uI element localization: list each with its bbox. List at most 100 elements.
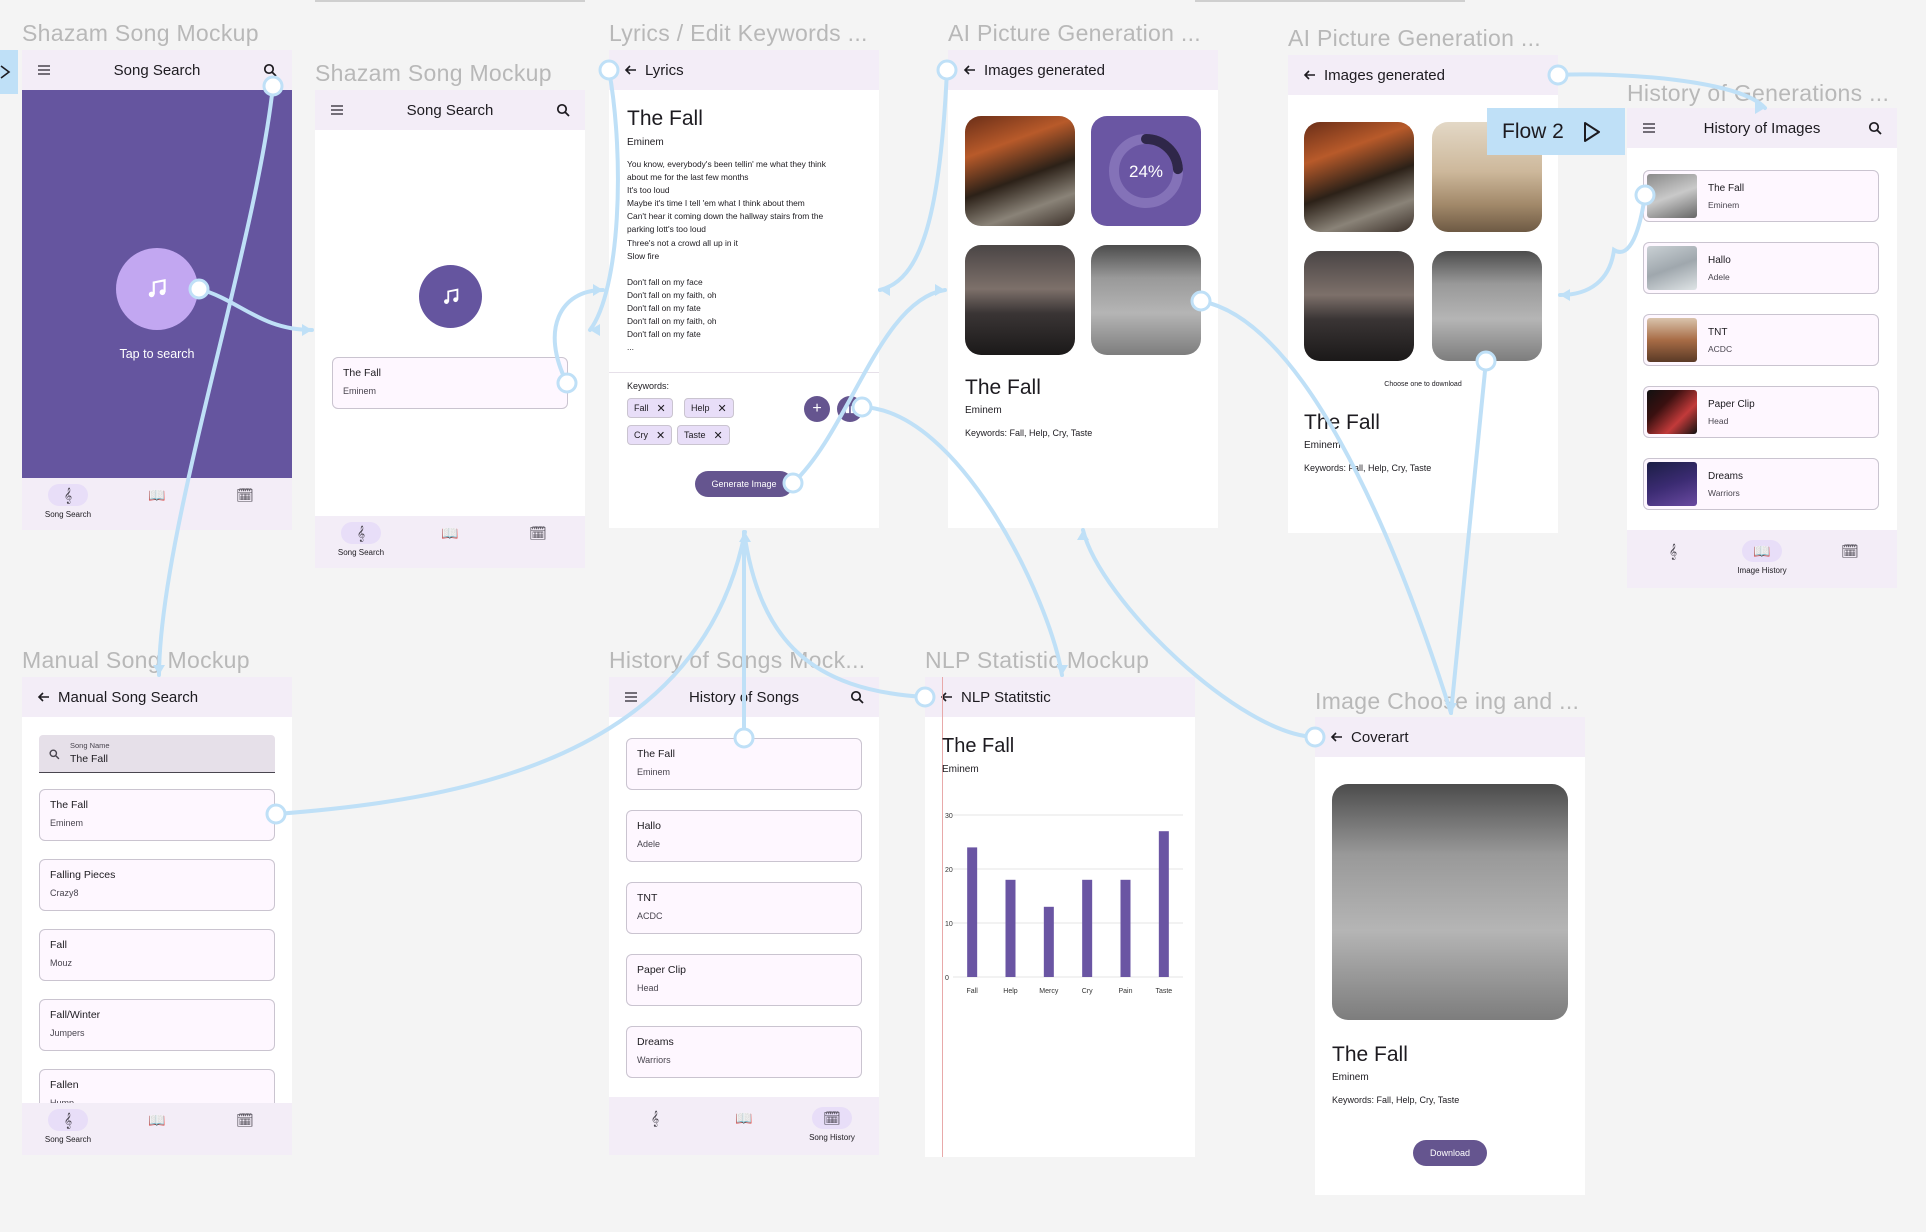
song-result-item[interactable]: The Fall Eminem [39,789,275,841]
app-title: Images generated [984,61,1105,79]
y-tick-label: 0 [945,975,949,982]
search-icon[interactable] [847,687,867,707]
back-arrow-icon[interactable] [34,687,54,707]
nav-song-history[interactable]: 🗓 [215,484,275,506]
generated-image-graffiti[interactable] [1091,245,1201,355]
nav-image-history[interactable]: 📖 [127,1109,187,1131]
song-artist: Eminem [1332,1072,1369,1083]
lyrics-line: Don't fall on my face [627,276,703,287]
nav-song-search[interactable]: 𝄞 Song Search [38,484,98,519]
lyrics-line: ... [627,342,634,353]
nav-song-history[interactable]: 🗓 Song History [802,1107,862,1142]
lyrics-line: Don't fall on my fate [627,303,701,314]
x-tick-label: Fall [967,988,979,995]
history-image-item[interactable]: The Fall Eminem [1643,170,1879,222]
close-icon[interactable]: ✕ [718,402,727,415]
calendar-clock-icon: 🗓 [1841,542,1859,559]
item-artist: Eminem [1708,200,1740,210]
app-title: Lyrics [645,61,684,79]
history-image-item[interactable]: Dreams Warriors [1643,458,1879,510]
close-icon[interactable]: ✕ [657,402,666,415]
keyword-chip[interactable]: Fall ✕ [627,398,673,418]
play-icon[interactable] [1582,121,1602,143]
treble-clef-icon: 𝄞 [1668,542,1678,559]
nav-image-history[interactable]: 📖 Image History [1732,540,1792,575]
top-divider [1195,0,1465,2]
nav-song-history[interactable]: 🗓 [1820,540,1880,562]
close-icon[interactable]: ✕ [714,429,723,442]
x-tick-label: Cry [1082,988,1093,995]
history-image-item[interactable]: Hallo Adele [1643,242,1879,294]
history-image-item[interactable]: Paper Clip Head [1643,386,1879,438]
item-artist: Crazy8 [50,888,79,898]
back-arrow-icon[interactable] [621,60,641,80]
result-card[interactable]: The Fall Eminem [332,357,568,409]
close-icon[interactable]: ✕ [656,429,665,442]
generated-image-forest-road[interactable] [1304,122,1414,232]
treble-clef-icon: 𝄞 [63,1111,73,1128]
generation-progress: 24% [1091,116,1201,226]
song-history-item[interactable]: Hallo Adele [626,810,862,862]
item-artist: ACDC [637,911,663,921]
app-title: History of Images [1703,119,1821,137]
keyword-chip[interactable]: Cry ✕ [627,425,673,445]
song-history-item[interactable]: Paper Clip Head [626,954,862,1006]
frame-history-songs: History of Songs The Fall Eminem Hallo Ade… [609,677,879,1155]
nav-song-history[interactable]: 🗓 [215,1109,275,1131]
song-history-item[interactable]: The Fall Eminem [626,738,862,790]
arrowhead [1077,530,1089,540]
frame-nlp-statistic: NLP Statitstic The Fall Eminem 0 10 20 30 Fa… [925,677,1195,1157]
bar [1082,879,1093,977]
song-title: The Fall [1304,411,1380,434]
back-arrow-icon[interactable] [960,60,980,80]
item-artist: Eminem [637,767,671,777]
song-result-item[interactable]: Falling Pieces Crazy8 [39,859,275,911]
frame-history-generations: History of Images The Fall Eminem Hallo Ad… [1627,108,1897,588]
generated-image-forest-road[interactable] [965,116,1075,226]
download-button[interactable]: Download [1413,1140,1487,1166]
x-tick-label: Help [1003,988,1018,995]
lyrics-line: It's too loud [627,185,670,196]
song-result-item[interactable]: Fall Mouz [39,929,275,981]
top-app-bar: Images generated [948,50,1218,90]
nav-image-history[interactable]: 📖 [127,484,187,506]
tap-to-search-button[interactable] [116,248,198,330]
generated-image-umbrella[interactable] [965,245,1075,355]
book-icon: 📖 [148,486,166,503]
nav-image-history[interactable]: 📖 [714,1107,774,1129]
offscreen-flow-start [0,50,18,94]
song-history-item[interactable]: Dreams Warriors [626,1026,862,1078]
keywords-label: Keywords: [627,381,670,391]
arrowhead [880,284,890,296]
search-icon[interactable] [1865,118,1885,138]
nav-song-search[interactable]: 𝄞 [625,1107,685,1129]
flow-badge[interactable]: Flow 2 [1487,108,1625,155]
search-icon[interactable] [260,60,280,80]
nav-song-search[interactable]: 𝄞 Song Search [38,1109,98,1144]
generated-image-graffiti[interactable] [1432,251,1542,361]
song-artist: Eminem [1304,440,1341,451]
frame-label-history-gen: History of Generations ... [1627,80,1890,106]
progress-text: 24% [1129,162,1163,181]
back-arrow-icon[interactable] [1300,65,1320,85]
nav-song-search[interactable]: 𝄞 [1643,540,1703,562]
nav-image-history[interactable]: 📖 [420,522,480,544]
keyword-frequency-chart: 0 10 20 30 Fall Help Mercy Cry Pain Taste [945,813,1183,995]
keyword-chip[interactable]: Help ✕ [684,398,734,418]
back-arrow-icon[interactable] [1327,727,1347,747]
listening-button[interactable] [419,265,482,328]
song-result-item[interactable]: Fall/Winter Jumpers [39,999,275,1051]
keyword-chip[interactable]: Taste ✕ [677,425,730,445]
statistics-button[interactable]: ▮▮ [837,396,863,422]
generate-image-button[interactable]: Generate Image [695,471,793,497]
add-keyword-button[interactable]: + [804,396,830,422]
search-icon[interactable] [553,100,573,120]
song-title: The Fall [965,376,1041,399]
generated-image-umbrella[interactable] [1304,251,1414,361]
history-image-item[interactable]: TNT ACDC [1643,314,1879,366]
nav-song-search[interactable]: 𝄞 Song Search [331,522,391,557]
nav-song-history[interactable]: 🗓 [508,522,568,544]
song-history-item[interactable]: TNT ACDC [626,882,862,934]
song-name-field[interactable]: Song Name The Fall [39,735,275,773]
x-tick-label: Mercy [1039,988,1059,995]
